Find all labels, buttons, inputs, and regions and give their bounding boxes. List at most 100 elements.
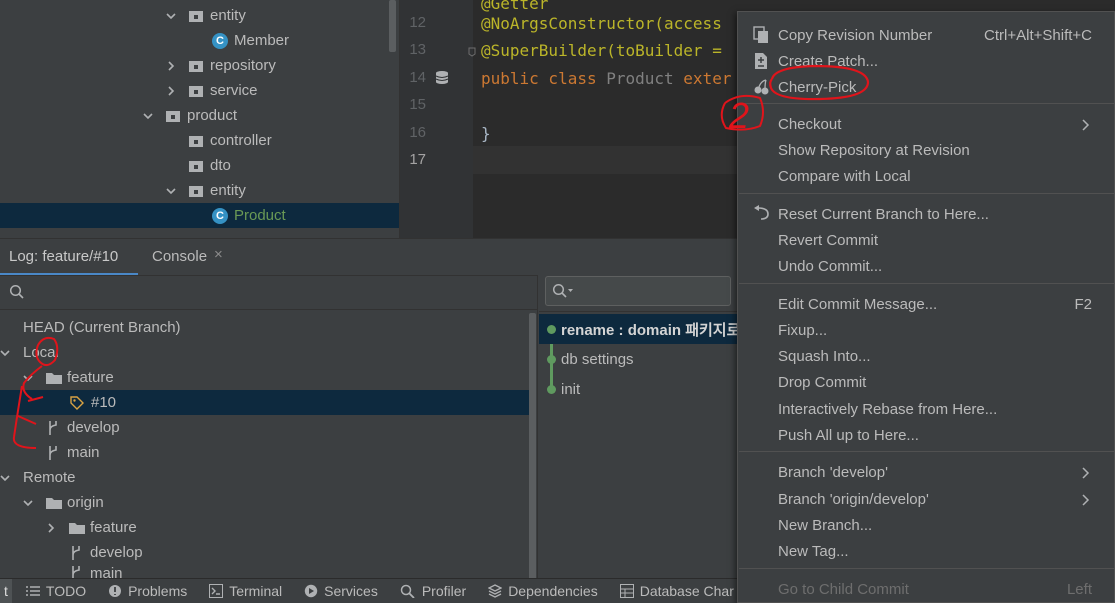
menu-item-checkout[interactable]: Checkout — [738, 111, 1115, 137]
tree-item-member[interactable]: C Member — [0, 28, 399, 53]
branch-search[interactable] — [0, 276, 538, 310]
branch-feature-10[interactable]: #10 — [0, 390, 530, 415]
toolbar-item-dependencies[interactable]: Dependencies — [488, 583, 598, 599]
branch-label: main — [67, 444, 100, 461]
menu-item-new-branch[interactable]: New Branch... — [738, 512, 1115, 538]
close-icon[interactable]: × — [214, 246, 223, 263]
toolbar-item-git[interactable]: t — [0, 579, 12, 603]
tree-item-product-class[interactable]: C Product — [0, 203, 399, 228]
problems-icon — [108, 584, 122, 598]
branch-head[interactable]: HEAD (Current Branch) — [0, 315, 530, 340]
toolbar-item-terminal[interactable]: Terminal — [209, 583, 282, 599]
commit-dot — [547, 354, 556, 364]
menu-item-fixup[interactable]: Fixup... — [738, 317, 1115, 343]
tree-item-repository[interactable]: repository — [0, 53, 399, 78]
chevron-down-icon[interactable] — [166, 11, 176, 21]
tree-item-dto[interactable]: dto — [0, 153, 399, 178]
menu-item-new-tag[interactable]: New Tag... — [738, 538, 1115, 564]
chevron-down-icon[interactable] — [0, 348, 10, 358]
menu-item-edit-message[interactable]: Edit Commit Message... F2 — [738, 291, 1115, 317]
tree-item-service[interactable]: service — [0, 78, 399, 103]
menu-item-label: Reset Current Branch to Here... — [778, 205, 989, 223]
menu-item-squash[interactable]: Squash Into... — [738, 343, 1115, 369]
patch-icon — [753, 52, 769, 74]
code-line: public class Product exter — [481, 69, 731, 88]
menu-item-label: New Branch... — [778, 516, 873, 534]
branch-label: feature — [90, 519, 137, 536]
branch-remote-origin[interactable]: origin — [0, 490, 530, 515]
branch-folder-feature[interactable]: feature — [0, 365, 530, 390]
chevron-right-icon[interactable] — [46, 522, 56, 533]
menu-item-label: Copy Revision Number — [778, 26, 933, 44]
terminal-icon — [209, 584, 224, 598]
services-icon — [304, 584, 318, 598]
chevron-right-icon[interactable] — [166, 85, 176, 96]
menu-item-go-to-child[interactable]: Go to Child Commit Left — [738, 576, 1115, 602]
tree-item-controller[interactable]: controller — [0, 128, 399, 153]
chevron-down-icon[interactable] — [23, 498, 33, 508]
branch-remote-develop[interactable]: develop — [0, 540, 530, 565]
fold-marker-icon[interactable] — [468, 44, 476, 61]
line-number: 17 — [409, 151, 426, 168]
tag-icon — [69, 395, 85, 411]
tree-item-entity[interactable]: entity — [0, 178, 399, 203]
menu-item-branch-develop[interactable]: Branch 'develop' — [738, 459, 1115, 485]
branch-main[interactable]: main — [0, 440, 530, 465]
menu-item-copy-revision[interactable]: Copy Revision Number Ctrl+Alt+Shift+C — [738, 22, 1115, 48]
menu-item-interactive-rebase[interactable]: Interactively Rebase from Here... — [738, 396, 1115, 422]
tab-console[interactable]: Console — [152, 248, 207, 265]
menu-item-label: Branch 'origin/develop' — [778, 490, 929, 508]
menu-item-reset-branch[interactable]: Reset Current Branch to Here... — [738, 201, 1115, 227]
menu-item-shortcut: F2 — [1074, 295, 1092, 313]
scrollbar[interactable] — [389, 0, 396, 52]
branch-group-local[interactable]: Local — [0, 340, 530, 365]
menu-item-label: Push All up to Here... — [778, 426, 919, 444]
tree-item-product[interactable]: product — [0, 103, 399, 128]
toolbar-item-profiler[interactable]: Profiler — [400, 583, 466, 599]
menu-separator — [739, 451, 1115, 452]
toolbar-item-todo[interactable]: TODO — [25, 583, 86, 599]
menu-item-revert-commit[interactable]: Revert Commit — [738, 227, 1115, 253]
toolbar-item-problems[interactable]: Problems — [108, 583, 187, 599]
tab-log[interactable]: Log: feature/#10 — [9, 248, 118, 265]
cherry-icon — [753, 78, 771, 100]
line-number: 16 — [409, 124, 426, 141]
menu-item-create-patch[interactable]: Create Patch... — [738, 48, 1115, 74]
branch-remote-feature[interactable]: feature — [0, 515, 530, 540]
tree-item-label: entity — [210, 7, 246, 24]
chevron-right-icon — [1082, 118, 1090, 135]
toolbar-item-database[interactable]: Database Char — [619, 583, 734, 599]
package-icon — [165, 109, 181, 123]
chevron-down-icon[interactable] — [0, 473, 10, 483]
branch-label: origin — [67, 494, 104, 511]
chevron-down-icon[interactable] — [143, 111, 153, 121]
chevron-down-icon[interactable] — [166, 186, 176, 196]
branch-group-remote[interactable]: Remote — [0, 465, 530, 490]
tree-item-entity[interactable]: entity — [0, 3, 399, 28]
menu-item-label: Go to Child Commit — [778, 580, 909, 598]
scrollbar[interactable] — [529, 313, 536, 581]
context-menu: Copy Revision Number Ctrl+Alt+Shift+C Cr… — [737, 11, 1115, 603]
chevron-down-icon[interactable] — [23, 373, 33, 383]
toolbar-label: Dependencies — [508, 583, 598, 599]
log-search-input[interactable] — [545, 276, 731, 306]
tree-item-label: Product — [234, 207, 286, 224]
menu-item-drop-commit[interactable]: Drop Commit — [738, 369, 1115, 395]
menu-item-cherry-pick[interactable]: Cherry-Pick — [738, 74, 1115, 100]
chevron-right-icon[interactable] — [166, 60, 176, 71]
menu-item-push-up-to-here[interactable]: Push All up to Here... — [738, 422, 1115, 448]
code-line: @SuperBuilder(toBuilder = — [481, 41, 722, 60]
branch-label: feature — [67, 369, 114, 386]
menu-item-branch-origin-develop[interactable]: Branch 'origin/develop' — [738, 486, 1115, 512]
toolbar-item-services[interactable]: Services — [304, 583, 378, 599]
menu-item-show-repository[interactable]: Show Repository at Revision — [738, 137, 1115, 163]
menu-separator — [739, 283, 1115, 284]
tree-item-label: Member — [234, 32, 290, 49]
class-icon: C — [212, 207, 228, 224]
menu-item-undo-commit[interactable]: Undo Commit... — [738, 253, 1115, 279]
branch-develop[interactable]: develop — [0, 415, 530, 440]
database-icon[interactable] — [434, 70, 450, 90]
line-number: 13 — [409, 41, 426, 58]
line-number: 15 — [409, 96, 426, 113]
menu-item-compare-local[interactable]: Compare with Local — [738, 163, 1115, 189]
